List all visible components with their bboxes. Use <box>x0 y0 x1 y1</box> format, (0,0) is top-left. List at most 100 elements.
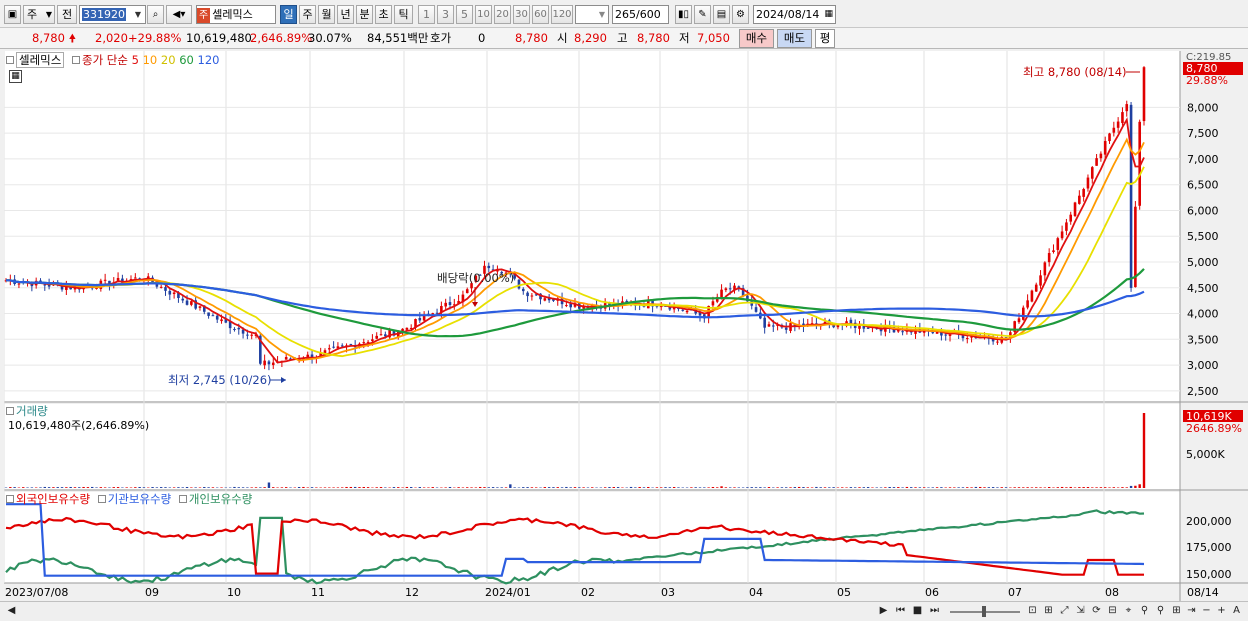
volume-bar <box>444 487 447 488</box>
draw-tool-icon[interactable]: ✎ <box>694 5 711 24</box>
sell-button[interactable]: 매도 <box>777 29 812 48</box>
period-day[interactable]: 일 <box>280 5 297 24</box>
tool-icon[interactable]: ⊞ <box>1041 604 1056 619</box>
stop-icon[interactable]: ■ <box>910 604 925 619</box>
volume-bar <box>922 487 926 488</box>
candle-body <box>720 289 723 299</box>
interval-10[interactable]: 10 <box>475 5 492 24</box>
volume-bar <box>1086 487 1090 488</box>
volume-bar <box>931 487 934 488</box>
zoom-slider[interactable] <box>950 606 1020 617</box>
interval-20[interactable]: 20 <box>494 5 511 24</box>
period-week[interactable]: 주 <box>299 5 316 24</box>
volume-bar <box>802 487 805 488</box>
date-tick: 06 <box>925 586 939 599</box>
tool-icon[interactable]: ⊡ <box>1025 604 1040 619</box>
tool-icon[interactable]: ⌖ <box>1121 604 1136 619</box>
tool-icon[interactable]: ⟳ <box>1089 604 1104 619</box>
tool-icon[interactable]: ⇲ <box>1073 604 1088 619</box>
tool-icon[interactable]: ⊟ <box>1105 604 1120 619</box>
pane-box-icon[interactable] <box>6 495 14 503</box>
jump-start-icon[interactable]: ⏮ <box>893 604 908 619</box>
volume-bar <box>392 487 396 488</box>
gear-icon[interactable]: ⚙ <box>732 5 749 24</box>
volume-bar <box>254 487 258 488</box>
volume-bar <box>1056 487 1059 488</box>
calendar-icon[interactable]: ▦ <box>824 6 833 23</box>
scroll-right-icon[interactable]: ▶ <box>876 604 891 619</box>
price-y-tick: 4,000 <box>1187 308 1219 321</box>
font-size-icon[interactable]: A <box>1229 604 1244 619</box>
candle-body <box>681 309 685 311</box>
table-toggle-icon[interactable]: ▦ <box>9 70 22 83</box>
bottom-scrollbar[interactable]: ◀ ▶ ⏮ ■ ⏭ ⊡ ⊞ ⤢ ⇲ ⟳ ⊟ ⌖ ⚲ ⚲ ⊞ ⇥ − + A <box>0 601 1248 621</box>
volume-bar <box>164 487 167 488</box>
zoom-slider-handle[interactable] <box>982 606 986 617</box>
tool-icon[interactable]: ⊞ <box>1169 604 1184 619</box>
interval-120[interactable]: 120 <box>551 5 573 24</box>
count-input[interactable]: 265/600 <box>612 5 669 24</box>
candle-body <box>1086 177 1090 189</box>
buy-button[interactable]: 매수 <box>739 29 774 48</box>
price-y-tick: 3,500 <box>1187 333 1219 346</box>
interval-30[interactable]: 30 <box>513 5 530 24</box>
prefix-button[interactable]: 전 <box>57 5 77 24</box>
tool-icon[interactable]: ⚲ <box>1153 604 1168 619</box>
period-tick[interactable]: 틱 <box>394 5 413 24</box>
search-icon[interactable]: ⌕ <box>147 5 164 24</box>
interval-5[interactable]: 5 <box>456 5 473 24</box>
date-input[interactable]: 2024/08/14 ▦ <box>753 5 836 24</box>
market-select[interactable]: 주 ▼ <box>23 5 55 24</box>
volume-bar <box>1030 487 1034 488</box>
volume-bar <box>448 486 452 488</box>
period-month[interactable]: 월 <box>318 5 335 24</box>
zoom-in-icon[interactable]: + <box>1214 604 1229 619</box>
tool-icon[interactable]: ⇥ <box>1184 604 1199 619</box>
volume-bar <box>797 486 801 488</box>
speaker-icon[interactable]: ◀▾ <box>166 5 192 24</box>
zoom-out-icon[interactable]: − <box>1199 604 1214 619</box>
pane-box-icon[interactable] <box>97 495 106 503</box>
save-icon[interactable]: ▤ <box>713 5 730 24</box>
stock-code-input[interactable]: 331920 ▼ <box>79 5 146 24</box>
interval-custom-select[interactable]: ▼ <box>575 5 609 24</box>
volume-bar <box>315 487 318 488</box>
low-label: 저 <box>679 31 690 45</box>
volume-bar <box>535 487 538 488</box>
volume-bar <box>310 487 314 488</box>
volume-bar <box>142 487 146 488</box>
volume-bar <box>259 487 262 488</box>
tool-icon[interactable]: ⚲ <box>1137 604 1152 619</box>
volume-bar <box>306 487 309 488</box>
tool-icon[interactable]: ⤢ <box>1057 604 1072 619</box>
candle-style-icon[interactable]: ▮▯ <box>675 5 692 24</box>
chart-area[interactable]: 8,000 7,500 7,000 6,500 6,000 5,500 5,000 4,500… <box>3 51 1248 601</box>
candle-body <box>465 289 469 294</box>
pane-box-icon[interactable] <box>71 56 80 64</box>
volume-bar <box>431 487 434 488</box>
volume-bar <box>1022 487 1025 488</box>
stock-code-value: 331920 <box>82 8 126 21</box>
interval-1[interactable]: 1 <box>418 5 435 24</box>
candle-body <box>172 292 176 295</box>
holdings-legend: 외국인보유수량 기관보유수량 개인보유수량 <box>6 492 252 506</box>
volume-bar <box>362 486 365 488</box>
scroll-left-icon[interactable]: ◀ <box>4 604 19 619</box>
average-button[interactable]: 평 <box>815 29 835 48</box>
volume-bar <box>573 487 577 488</box>
pane-box-icon[interactable] <box>6 407 14 415</box>
date-tick: 03 <box>661 586 675 599</box>
window-menu-icon[interactable]: ▣ <box>4 5 21 24</box>
interval-60[interactable]: 60 <box>532 5 549 24</box>
pane-box-icon[interactable] <box>178 495 187 503</box>
period-minute[interactable]: 분 <box>356 5 373 24</box>
volume-bar <box>172 487 176 488</box>
jump-end-icon[interactable]: ⏭ <box>927 604 942 619</box>
stock-name-field[interactable]: 주 셀레믹스 <box>196 5 276 24</box>
pane-box-icon[interactable] <box>6 56 14 64</box>
volume-bar <box>397 487 400 488</box>
period-year[interactable]: 년 <box>337 5 354 24</box>
period-second[interactable]: 초 <box>375 5 392 24</box>
interval-3[interactable]: 3 <box>437 5 454 24</box>
volume-bar <box>409 487 413 488</box>
